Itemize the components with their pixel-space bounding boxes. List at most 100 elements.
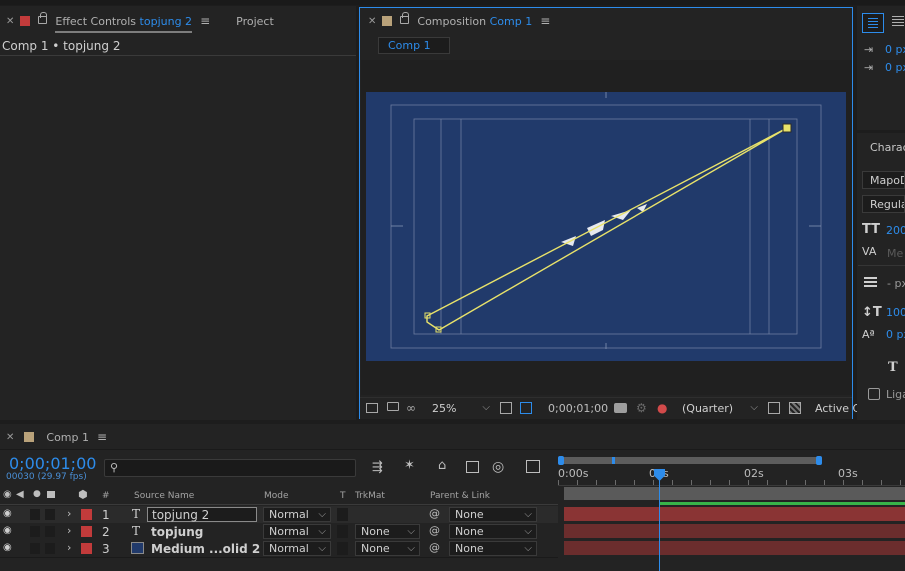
audio-box[interactable]	[30, 526, 40, 537]
lock-icon[interactable]	[38, 12, 48, 24]
visibility-eye-icon[interactable]: ◉	[3, 508, 12, 519]
visibility-eye-icon[interactable]: ◉	[3, 542, 12, 553]
font-family-dropdown[interactable]: MapoD	[862, 171, 905, 189]
layer-label-color[interactable]	[81, 526, 92, 537]
lock-box[interactable]	[45, 509, 55, 520]
composition-tab[interactable]: Composition Comp 1	[417, 15, 532, 28]
composition-canvas[interactable]	[361, 60, 852, 395]
transparency-grid-icon[interactable]	[789, 402, 801, 414]
column-header-parent[interactable]: Parent & Link	[430, 491, 490, 501]
table-row[interactable]: ◉ › 2 T topjung Normal ⌵ None ⌵ @ None ⌵	[0, 523, 558, 540]
camera-icon[interactable]	[614, 403, 627, 413]
region-of-interest-icon[interactable]	[366, 403, 378, 413]
parent-dropdown[interactable]: None ⌵	[449, 507, 537, 522]
snapshot-icon[interactable]: ⚙	[636, 401, 647, 415]
resolution-dropdown[interactable]: (Quarter) ⌵	[678, 400, 760, 417]
close-icon[interactable]: ✕	[6, 432, 14, 443]
effect-controls-tab[interactable]: Effect Controls topjung 2	[55, 15, 193, 33]
channel-icon[interactable]: ●	[657, 401, 667, 415]
table-row[interactable]: ◉ › 1 T topjung 2 Normal ⌵ @ None ⌵	[0, 506, 558, 523]
solo-switch-icon[interactable]: ●	[33, 489, 41, 499]
shy-layers-icon[interactable]: ⌂	[438, 458, 446, 473]
safe-margins-icon[interactable]	[500, 402, 512, 414]
layer-name[interactable]: Medium ...olid 2	[151, 542, 260, 556]
expand-chevron-icon[interactable]: ›	[67, 507, 71, 520]
trkmat-dropdown[interactable]: None ⌵	[355, 524, 420, 539]
timeline-tracks[interactable]: 0:00s 01s 02s 03s	[558, 450, 905, 571]
video-switch-icon[interactable]: ◉	[3, 489, 12, 500]
timeline-tab[interactable]: Comp 1	[46, 431, 89, 444]
layer-label-color[interactable]	[81, 509, 92, 520]
font-size-value[interactable]: 200	[886, 224, 905, 237]
mask-visibility-icon[interactable]: ∞	[406, 401, 416, 415]
layer-bar[interactable]	[564, 524, 905, 538]
audio-box[interactable]	[30, 543, 40, 554]
align-left-icon[interactable]	[862, 13, 884, 33]
composition-subtab[interactable]: Comp 1	[378, 37, 450, 54]
mode-dropdown[interactable]: Normal ⌵	[263, 541, 331, 556]
stroke-width-value[interactable]: - px	[887, 277, 905, 290]
baseline-shift-value[interactable]: 0 px	[886, 328, 905, 341]
mode-dropdown[interactable]: Normal ⌵	[263, 524, 331, 539]
close-icon[interactable]: ✕	[368, 16, 376, 27]
layer-bar[interactable]	[564, 541, 905, 555]
zoom-dropdown[interactable]: 25% ⌵	[426, 400, 492, 417]
vertical-scale-value[interactable]: 100	[886, 306, 905, 319]
layer-label-color[interactable]	[81, 543, 92, 554]
motion-blur-icon[interactable]: ◎	[492, 459, 504, 475]
lock-box[interactable]	[45, 543, 55, 554]
work-area-bar[interactable]	[561, 457, 819, 464]
current-time-readout[interactable]: 0;00;01;00	[548, 402, 608, 415]
lock-box[interactable]	[45, 526, 55, 537]
panel-menu-icon[interactable]: ≡	[540, 14, 550, 28]
display-icon[interactable]	[387, 402, 399, 411]
timeline-current-time[interactable]: 0;00;01;00	[9, 454, 96, 473]
layer-name-input[interactable]: topjung 2	[147, 507, 257, 522]
fast-preview-icon[interactable]	[768, 402, 780, 414]
kerning-value[interactable]: Me	[887, 247, 903, 260]
preserve-transparency-box[interactable]	[337, 525, 348, 538]
timeline-search-input[interactable]: ⚲	[104, 459, 356, 477]
preserve-transparency-box[interactable]	[337, 508, 348, 521]
panel-menu-icon[interactable]: ≡	[97, 430, 107, 444]
pickwhip-icon[interactable]: @	[429, 507, 440, 520]
preserve-transparency-box[interactable]	[337, 542, 348, 555]
faux-bold-icon[interactable]: T	[888, 360, 898, 375]
layer-bar[interactable]	[564, 507, 905, 521]
column-header-mode[interactable]: Mode	[264, 491, 289, 501]
expand-chevron-icon[interactable]: ›	[67, 524, 71, 537]
composition-viewer[interactable]	[361, 60, 852, 395]
font-style-dropdown[interactable]: Regula	[862, 195, 905, 213]
playhead-line[interactable]	[659, 478, 660, 571]
visibility-eye-icon[interactable]: ◉	[3, 525, 12, 536]
work-area-end-handle[interactable]	[816, 456, 822, 465]
comp-flowchart-icon[interactable]: ⇶	[372, 460, 383, 475]
parent-dropdown[interactable]: None ⌵	[449, 541, 537, 556]
expand-chevron-icon[interactable]: ›	[67, 541, 71, 554]
indent-bottom-value[interactable]: 0 px	[885, 61, 905, 74]
column-header-trkmat[interactable]: TrkMat	[355, 491, 385, 501]
label-tag-icon[interactable]: ⬢	[78, 488, 88, 501]
lock-icon[interactable]	[400, 12, 410, 24]
audio-box[interactable]	[30, 509, 40, 520]
lock-switch-icon[interactable]	[47, 491, 55, 498]
ligatures-checkbox[interactable]	[868, 388, 880, 400]
trkmat-dropdown[interactable]: None ⌵	[355, 541, 420, 556]
active-camera-dropdown[interactable]: Active C	[815, 402, 860, 415]
pickwhip-icon[interactable]: @	[429, 524, 440, 537]
close-icon[interactable]: ✕	[6, 16, 14, 27]
mode-dropdown[interactable]: Normal ⌵	[263, 507, 331, 522]
column-header-source-name[interactable]: Source Name	[134, 491, 194, 501]
graph-editor-icon[interactable]	[526, 460, 540, 473]
frame-blending-icon[interactable]	[466, 461, 479, 473]
project-tab[interactable]: Project	[236, 15, 274, 28]
table-row[interactable]: ◉ › 3 Medium ...olid 2 Normal ⌵ None ⌵ @ N…	[0, 540, 558, 557]
indent-top-value[interactable]: 0 px	[885, 43, 905, 56]
layer-name[interactable]: topjung	[151, 525, 203, 539]
align-center-icon[interactable]	[892, 16, 904, 17]
mask-path-icon[interactable]	[520, 402, 532, 414]
pickwhip-icon[interactable]: @	[429, 541, 440, 554]
draft-3d-icon[interactable]: ✶	[404, 458, 415, 473]
audio-switch-icon[interactable]: ◀	[16, 489, 24, 500]
parent-dropdown[interactable]: None ⌵	[449, 524, 537, 539]
